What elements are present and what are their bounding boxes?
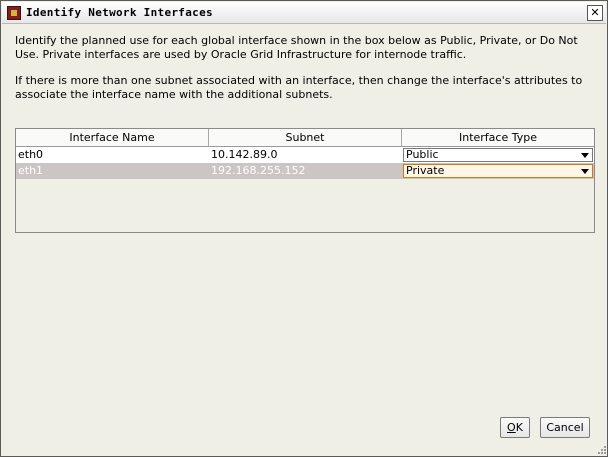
- interface-type-value: Public: [406, 148, 439, 161]
- ok-button[interactable]: OK: [500, 417, 530, 438]
- cancel-button[interactable]: Cancel: [540, 417, 590, 438]
- subnet-cell[interactable]: 10.142.89.0: [209, 147, 402, 163]
- interface-type-dropdown[interactable]: Private: [403, 164, 593, 178]
- ok-mnemonic: O: [507, 421, 516, 434]
- interface-name-cell[interactable]: eth0: [16, 147, 209, 163]
- subnet-cell[interactable]: 192.168.255.152: [209, 163, 402, 179]
- chevron-down-icon[interactable]: [581, 169, 589, 174]
- table-row[interactable]: eth1 192.168.255.152 Private: [16, 163, 594, 179]
- resize-grip[interactable]: [597, 445, 607, 455]
- interface-type-dropdown[interactable]: Public: [403, 148, 593, 162]
- title-bar[interactable]: Identify Network Interfaces ✕: [2, 2, 606, 24]
- oracle-app-icon: [7, 6, 21, 20]
- table-row[interactable]: eth0 10.142.89.0 Public: [16, 147, 594, 163]
- column-header-interface-type[interactable]: Interface Type: [402, 129, 594, 146]
- description-paragraph-1: Identify the planned use for each global…: [15, 34, 578, 61]
- table-header: Interface Name Subnet Interface Type: [16, 129, 594, 147]
- interface-name-cell[interactable]: eth1: [16, 163, 209, 179]
- description-paragraph-2: If there is more than one subnet associa…: [15, 74, 583, 101]
- dialog-window: Identify Network Interfaces ✕ Identify t…: [0, 0, 608, 457]
- close-icon: ✕: [590, 6, 600, 19]
- close-button[interactable]: ✕: [587, 5, 603, 21]
- ok-label: K: [515, 421, 523, 434]
- column-header-subnet[interactable]: Subnet: [209, 129, 402, 146]
- column-header-interface-name[interactable]: Interface Name: [16, 129, 209, 146]
- chevron-down-icon[interactable]: [581, 153, 589, 158]
- window-title: Identify Network Interfaces: [26, 6, 213, 19]
- interfaces-table: Interface Name Subnet Interface Type eth…: [15, 128, 595, 233]
- interface-type-value: Private: [406, 164, 445, 177]
